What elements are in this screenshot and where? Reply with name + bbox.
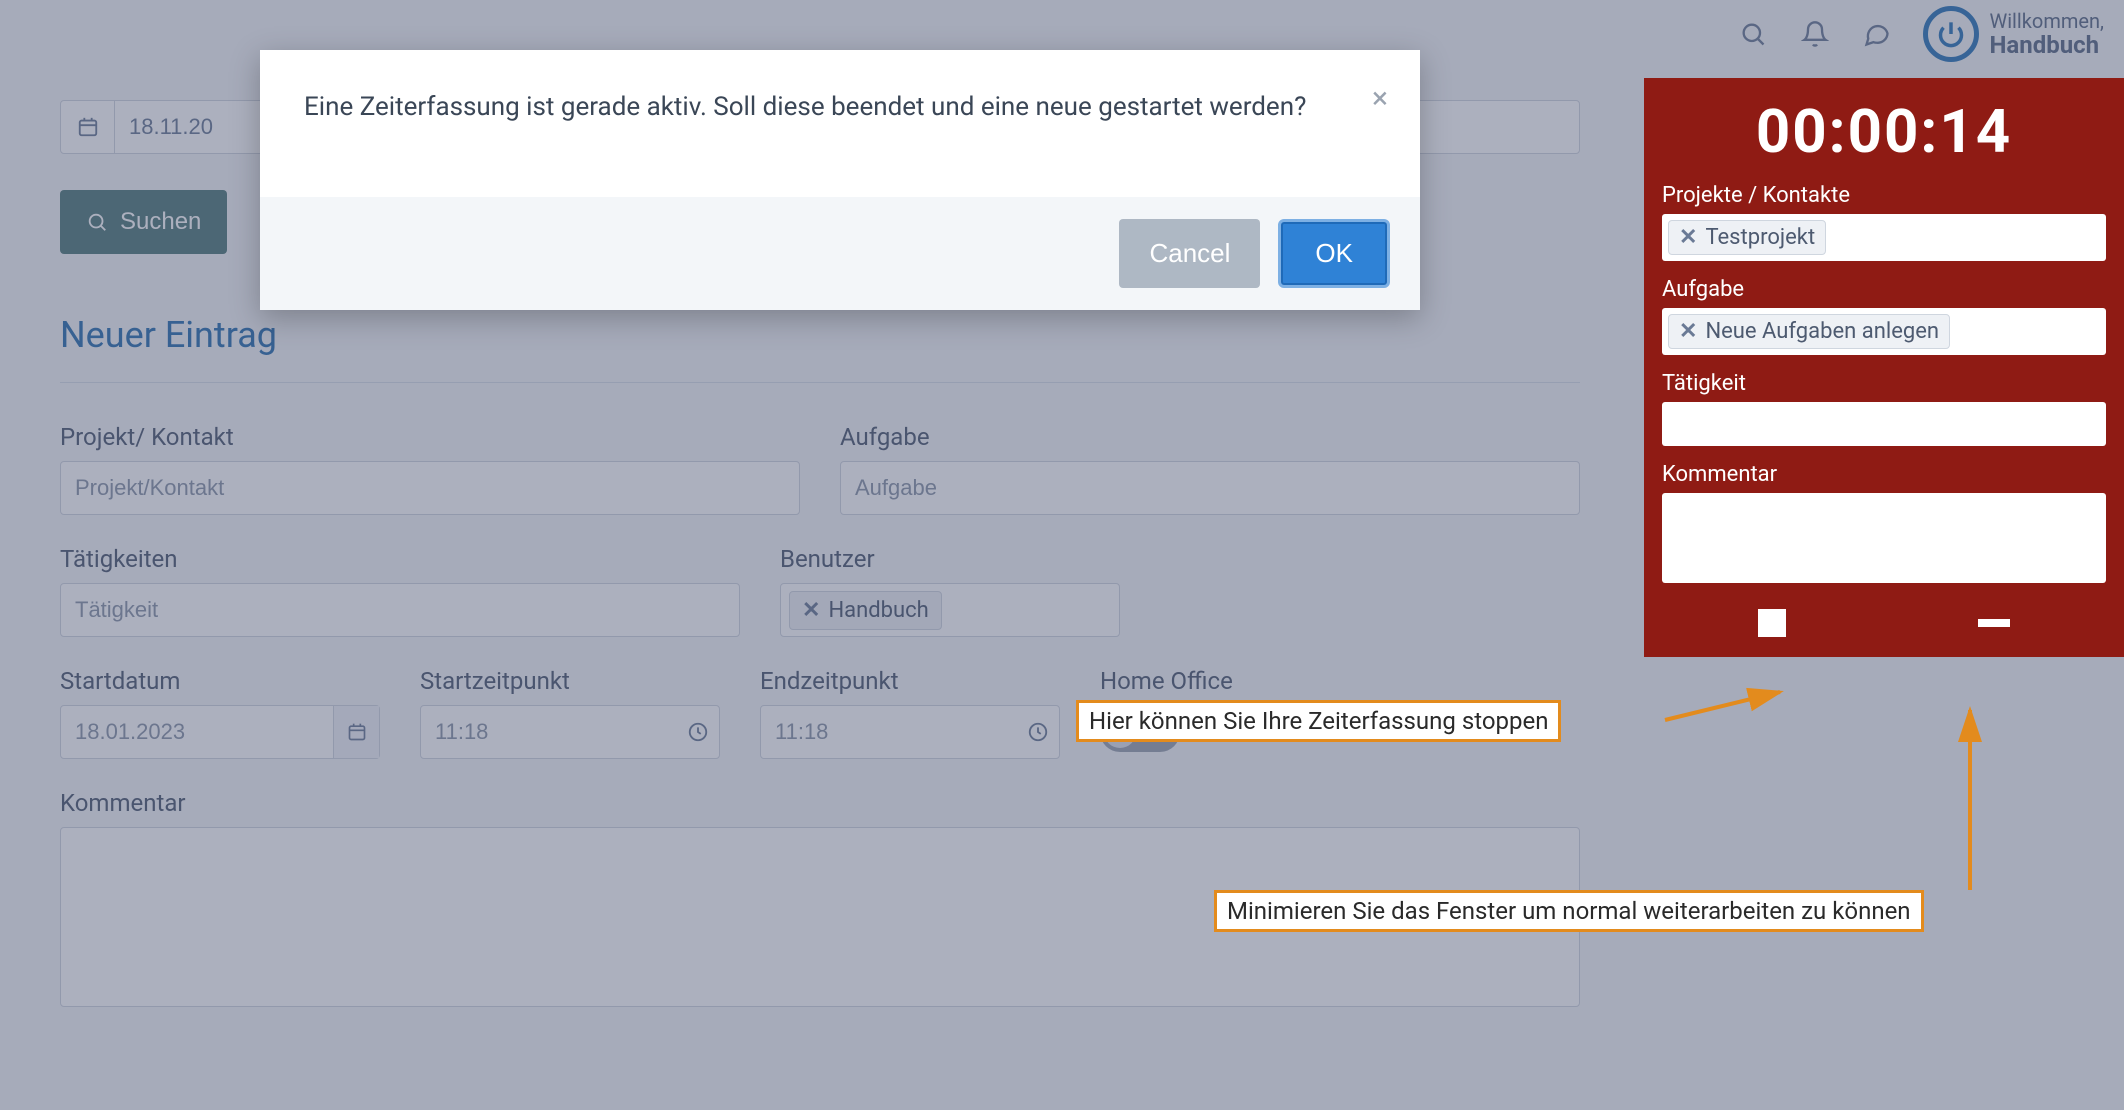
remove-icon[interactable]: ✕ <box>802 598 820 623</box>
timer-project-field[interactable]: ✕ Testprojekt <box>1662 214 2106 261</box>
timer-comment-label: Kommentar <box>1662 462 2106 487</box>
timer-task-tag[interactable]: ✕ Neue Aufgaben anlegen <box>1668 314 1950 349</box>
user-tag[interactable]: ✕ Handbuch <box>789 591 942 630</box>
welcome-label: Willkommen, <box>1989 10 2104 32</box>
timer-task-tag-label: Neue Aufgaben anlegen <box>1705 319 1939 344</box>
timer-project-tag[interactable]: ✕ Testprojekt <box>1668 220 1826 255</box>
remove-icon[interactable]: ✕ <box>1679 225 1697 250</box>
startdate-label: Startdatum <box>60 667 380 695</box>
bell-icon[interactable] <box>1799 18 1831 50</box>
timer-project-tag-label: Testprojekt <box>1705 225 1815 250</box>
starttime-field[interactable] <box>420 705 720 759</box>
timer-activity-label: Tätigkeit <box>1662 371 2106 396</box>
dialog-message: Eine Zeiterfassung ist gerade aktiv. Sol… <box>304 88 1376 127</box>
user-tagbox[interactable]: ✕ Handbuch <box>780 583 1120 637</box>
project-input[interactable] <box>60 461 800 515</box>
confirm-dialog: × Eine Zeiterfassung ist gerade aktiv. S… <box>260 50 1420 310</box>
close-icon[interactable]: × <box>1372 76 1388 121</box>
calendar-icon <box>61 101 115 153</box>
timer-task-label: Aufgabe <box>1662 277 2106 302</box>
timer-task-field[interactable]: ✕ Neue Aufgaben anlegen <box>1662 308 2106 355</box>
arrow-to-stop <box>1660 680 1800 730</box>
user-label: Benutzer <box>780 545 1120 573</box>
power-icon <box>1923 6 1979 62</box>
user-menu[interactable]: Willkommen, Handbuch <box>1923 6 2104 62</box>
clock-icon <box>687 721 709 743</box>
divider <box>60 382 1580 383</box>
stop-button[interactable] <box>1758 609 1786 637</box>
callout-minimize: Minimieren Sie das Fenster um normal wei… <box>1214 890 1924 932</box>
starttime-input[interactable] <box>421 719 687 745</box>
endtime-field[interactable] <box>760 705 1060 759</box>
endtime-input[interactable] <box>761 719 1027 745</box>
task-input[interactable] <box>840 461 1580 515</box>
endtime-label: Endzeitpunkt <box>760 667 1060 695</box>
top-header: Willkommen, Handbuch <box>1737 6 2104 62</box>
calendar-icon[interactable] <box>333 706 379 758</box>
startdate-field[interactable] <box>60 705 380 759</box>
activities-input[interactable] <box>60 583 740 637</box>
starttime-label: Startzeitpunkt <box>420 667 720 695</box>
timer-comment-textarea[interactable] <box>1662 493 2106 583</box>
comment-label: Kommentar <box>60 789 1580 817</box>
timer-panel: 00:00:14 Projekte / Kontakte ✕ Testproje… <box>1644 78 2124 657</box>
project-label: Projekt/ Kontakt <box>60 423 800 451</box>
dialog-footer: Cancel OK <box>260 197 1420 310</box>
timer-activity-input[interactable] <box>1662 402 2106 446</box>
callout-stop: Hier können Sie Ihre Zeiterfassung stopp… <box>1076 700 1561 742</box>
task-label: Aufgabe <box>840 423 1580 451</box>
cancel-button[interactable]: Cancel <box>1119 219 1260 288</box>
search-button[interactable]: Suchen <box>60 190 227 254</box>
user-tag-label: Handbuch <box>828 598 928 623</box>
activities-label: Tätigkeiten <box>60 545 740 573</box>
homeoffice-label: Home Office <box>1100 667 1360 695</box>
timer-projects-label: Projekte / Kontakte <box>1662 183 2106 208</box>
timer-display: 00:00:14 <box>1662 96 2106 167</box>
search-icon[interactable] <box>1737 18 1769 50</box>
welcome-text: Willkommen, Handbuch <box>1989 10 2104 58</box>
search-button-label: Suchen <box>120 208 201 236</box>
welcome-username: Handbuch <box>1989 32 2104 58</box>
minimize-button[interactable] <box>1978 619 2010 627</box>
startdate-input[interactable] <box>61 719 333 745</box>
chat-icon[interactable] <box>1861 18 1893 50</box>
remove-icon[interactable]: ✕ <box>1679 319 1697 344</box>
clock-icon <box>1027 721 1049 743</box>
arrow-to-minimize <box>1940 700 2000 900</box>
ok-button[interactable]: OK <box>1278 219 1390 288</box>
section-title: Neuer Eintrag <box>60 314 1580 356</box>
